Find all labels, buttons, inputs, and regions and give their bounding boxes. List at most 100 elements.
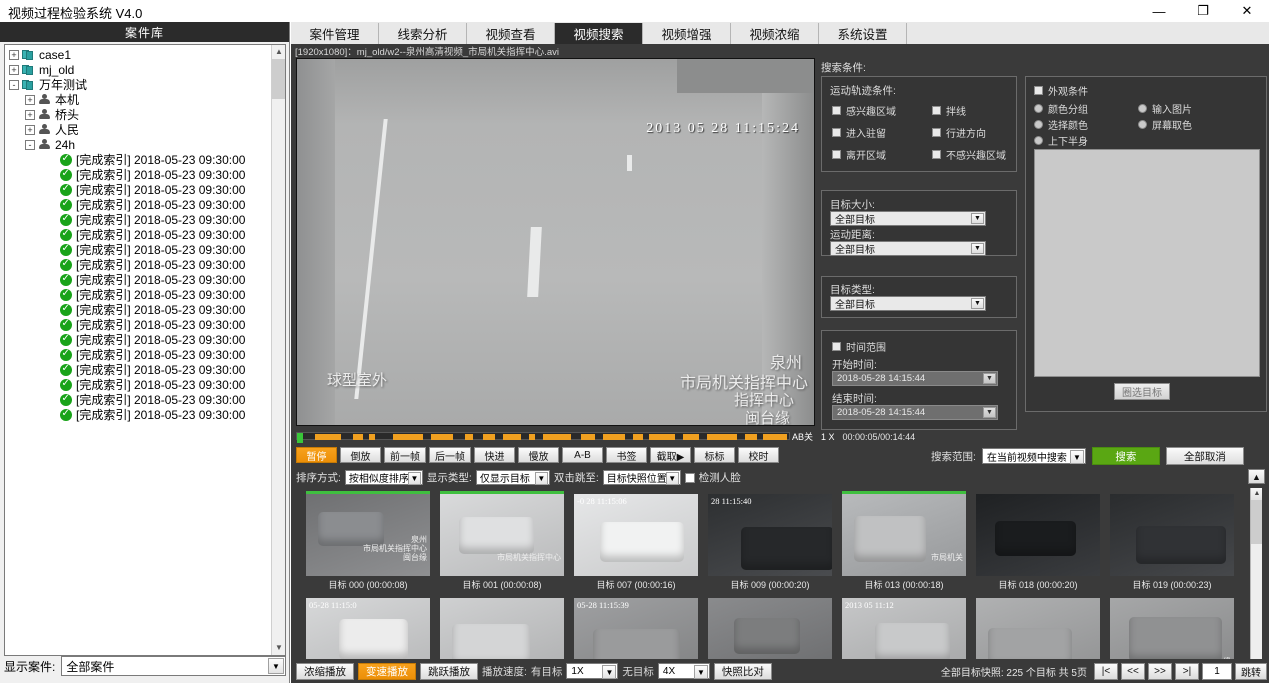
target-size-select[interactable]: 全部目标 ▼	[830, 211, 986, 226]
with-target-speed-select[interactable]: 1X ▼	[566, 663, 618, 679]
case-tree-container[interactable]: +case1+mj_old-万年测试+本机+桥头+人民-24h[完成索引] 20…	[4, 44, 286, 656]
collapse-icon[interactable]: -	[25, 140, 35, 150]
face-detect-checkbox[interactable]: 检测人脸	[685, 470, 741, 485]
playback-button-2[interactable]: 倒放	[340, 447, 381, 463]
case-tree-item[interactable]: [完成索引] 2018-05-23 09:30:00	[9, 242, 271, 257]
radio-screen-pick-color[interactable]: 屏幕取色	[1138, 117, 1192, 132]
last-page-button[interactable]: >|	[1175, 663, 1199, 680]
result-thumbnail[interactable]: 目标 018 (00:00:20)	[976, 491, 1100, 591]
chevron-down-icon[interactable]: ▼	[983, 407, 996, 418]
motion-distance-select[interactable]: 全部目标 ▼	[830, 241, 986, 256]
checkbox-icon[interactable]	[932, 150, 941, 159]
radio-icon[interactable]	[1034, 104, 1043, 113]
chevron-down-icon[interactable]: ▼	[535, 472, 548, 485]
result-image[interactable]: 市局机关	[842, 494, 966, 576]
scroll-up-icon[interactable]: ▲	[272, 45, 286, 59]
collapse-panel-button[interactable]: ▲	[1248, 469, 1265, 484]
results-grid-container[interactable]: 泉州 市局机关指挥中心 闽台缘目标 000 (00:00:08)市局机关指挥中心…	[296, 488, 1262, 678]
radio-icon[interactable]	[1034, 120, 1043, 129]
case-tree-item[interactable]: [完成索引] 2018-05-23 09:30:00	[9, 347, 271, 362]
checkbox-icon[interactable]	[832, 342, 841, 351]
tab-6[interactable]: 视频浓缩	[731, 23, 819, 44]
start-time-field[interactable]: 2018-05-28 14:15:44 ▼	[832, 371, 998, 386]
expand-icon[interactable]: +	[25, 125, 35, 135]
result-image[interactable]: 28 11:15:40	[708, 494, 832, 576]
playback-button-5[interactable]: 快进	[474, 447, 515, 463]
expand-icon[interactable]: +	[9, 65, 19, 75]
case-tree-item[interactable]: [完成索引] 2018-05-23 09:30:00	[9, 392, 271, 407]
scroll-down-icon[interactable]: ▼	[272, 641, 286, 655]
checkbox-icon[interactable]	[832, 106, 841, 115]
sort-select[interactable]: 按相似度排序 ▼	[345, 470, 423, 485]
playback-button-11[interactable]: 校时	[738, 447, 779, 463]
appearance-preview-area[interactable]	[1034, 149, 1260, 377]
scrollbar-thumb[interactable]	[272, 59, 286, 99]
pick-target-button[interactable]: 圈选目标	[1114, 383, 1170, 400]
result-thumbnail[interactable]: 泉州 市局机关指挥中心 闽台缘目标 000 (00:00:08)	[306, 491, 430, 591]
chevron-down-icon[interactable]: ▼	[268, 658, 284, 674]
chevron-down-icon[interactable]: ▼	[1070, 450, 1084, 464]
result-image[interactable]: 泉州 市局机关指挥中心 闽台缘	[306, 494, 430, 576]
maximize-button[interactable]: ❐	[1181, 0, 1225, 22]
case-tree-item[interactable]: [完成索引] 2018-05-23 09:30:00	[9, 182, 271, 197]
case-tree-item[interactable]: [完成索引] 2018-05-23 09:30:00	[9, 257, 271, 272]
first-page-button[interactable]: |<	[1094, 663, 1118, 680]
chevron-down-icon[interactable]: ▼	[408, 472, 421, 485]
radio-icon[interactable]	[1138, 120, 1147, 129]
prev-page-button[interactable]: <<	[1121, 663, 1145, 680]
case-tree-item[interactable]: +mj_old	[9, 62, 271, 77]
case-tree-item[interactable]: [完成索引] 2018-05-23 09:30:00	[9, 317, 271, 332]
result-image[interactable]	[1110, 494, 1234, 576]
search-button[interactable]: 搜索	[1092, 447, 1160, 465]
end-time-field[interactable]: 2018-05-28 14:15:44 ▼	[832, 405, 998, 420]
case-tree-item[interactable]: [完成索引] 2018-05-23 09:30:00	[9, 227, 271, 242]
radio-input-image[interactable]: 输入图片	[1138, 101, 1192, 116]
expand-icon[interactable]: +	[25, 95, 35, 105]
tab-bar[interactable]: 案件管理线索分析视频查看视频搜索视频增强视频浓缩系统设置	[291, 22, 1269, 44]
snapshot-compare-button[interactable]: 快照比对	[714, 663, 772, 680]
check-non-roi[interactable]: 不感兴趣区域	[932, 147, 1006, 162]
playback-controls[interactable]: 暂停倒放前一帧后一帧快进慢放A-B书签截取▶标标校时	[296, 447, 779, 463]
checkbox-icon[interactable]	[932, 128, 941, 137]
display-type-select[interactable]: 仅显示目标 ▼	[476, 470, 550, 485]
skip-play-button[interactable]: 跳跃播放	[420, 663, 478, 680]
playback-button-1[interactable]: 暂停	[296, 447, 337, 463]
checkbox-icon[interactable]	[685, 473, 695, 483]
result-thumbnail[interactable]: 28 11:15:40目标 009 (00:00:20)	[708, 491, 832, 591]
case-tree-item[interactable]: [完成索引] 2018-05-23 09:30:00	[9, 167, 271, 182]
video-player[interactable]: 2013 05 28 11:15:24 泉州 市局机关指挥中心 指挥中心 闽台缘…	[296, 58, 815, 426]
case-tree-item[interactable]: [完成索引] 2018-05-23 09:30:00	[9, 212, 271, 227]
cancel-all-button[interactable]: 全部取消	[1166, 447, 1244, 465]
result-thumbnail[interactable]: 市局机关目标 013 (00:00:18)	[842, 491, 966, 591]
check-leave-area[interactable]: 离开区域	[832, 147, 886, 162]
chevron-down-icon[interactable]: ▼	[602, 665, 616, 679]
case-tree-item[interactable]: +本机	[9, 92, 271, 107]
tab-5[interactable]: 视频增强	[643, 23, 731, 44]
no-target-speed-select[interactable]: 4X ▼	[658, 663, 710, 679]
check-enter-loiter[interactable]: 进入驻留	[832, 125, 886, 140]
case-tree-item[interactable]: [完成索引] 2018-05-23 09:30:00	[9, 332, 271, 347]
case-tree-item[interactable]: -万年测试	[9, 77, 271, 92]
condensed-play-button[interactable]: 浓缩播放	[296, 663, 354, 680]
results-scrollbar[interactable]: ▲ ▼	[1250, 488, 1262, 678]
playback-button-10[interactable]: 标标	[694, 447, 735, 463]
radio-upper-lower-body[interactable]: 上下半身	[1034, 133, 1088, 148]
case-tree-item[interactable]: [完成索引] 2018-05-23 09:30:00	[9, 407, 271, 422]
case-tree-item[interactable]: +桥头	[9, 107, 271, 122]
case-tree-item[interactable]: [完成索引] 2018-05-23 09:30:00	[9, 302, 271, 317]
case-tree-item[interactable]: [完成索引] 2018-05-23 09:30:00	[9, 362, 271, 377]
case-tree-item[interactable]: [完成索引] 2018-05-23 09:30:00	[9, 152, 271, 167]
tab-3[interactable]: 视频查看	[467, 23, 555, 44]
chevron-down-icon[interactable]: ▼	[971, 213, 984, 224]
result-image[interactable]: 市局机关指挥中心	[440, 494, 564, 576]
tab-7[interactable]: 系统设置	[819, 23, 907, 44]
result-image[interactable]: -0 28 11:15:06	[574, 494, 698, 576]
tab-1[interactable]: 案件管理	[291, 23, 379, 44]
chevron-down-icon[interactable]: ▼	[971, 243, 984, 254]
tab-4[interactable]: 视频搜索	[555, 23, 643, 44]
chevron-down-icon[interactable]: ▼	[666, 472, 679, 485]
next-page-button[interactable]: >>	[1148, 663, 1172, 680]
case-tree-scrollbar[interactable]: ▲ ▼	[271, 45, 285, 655]
radio-color-group[interactable]: 颜色分组	[1034, 101, 1088, 116]
radio-icon[interactable]	[1138, 104, 1147, 113]
